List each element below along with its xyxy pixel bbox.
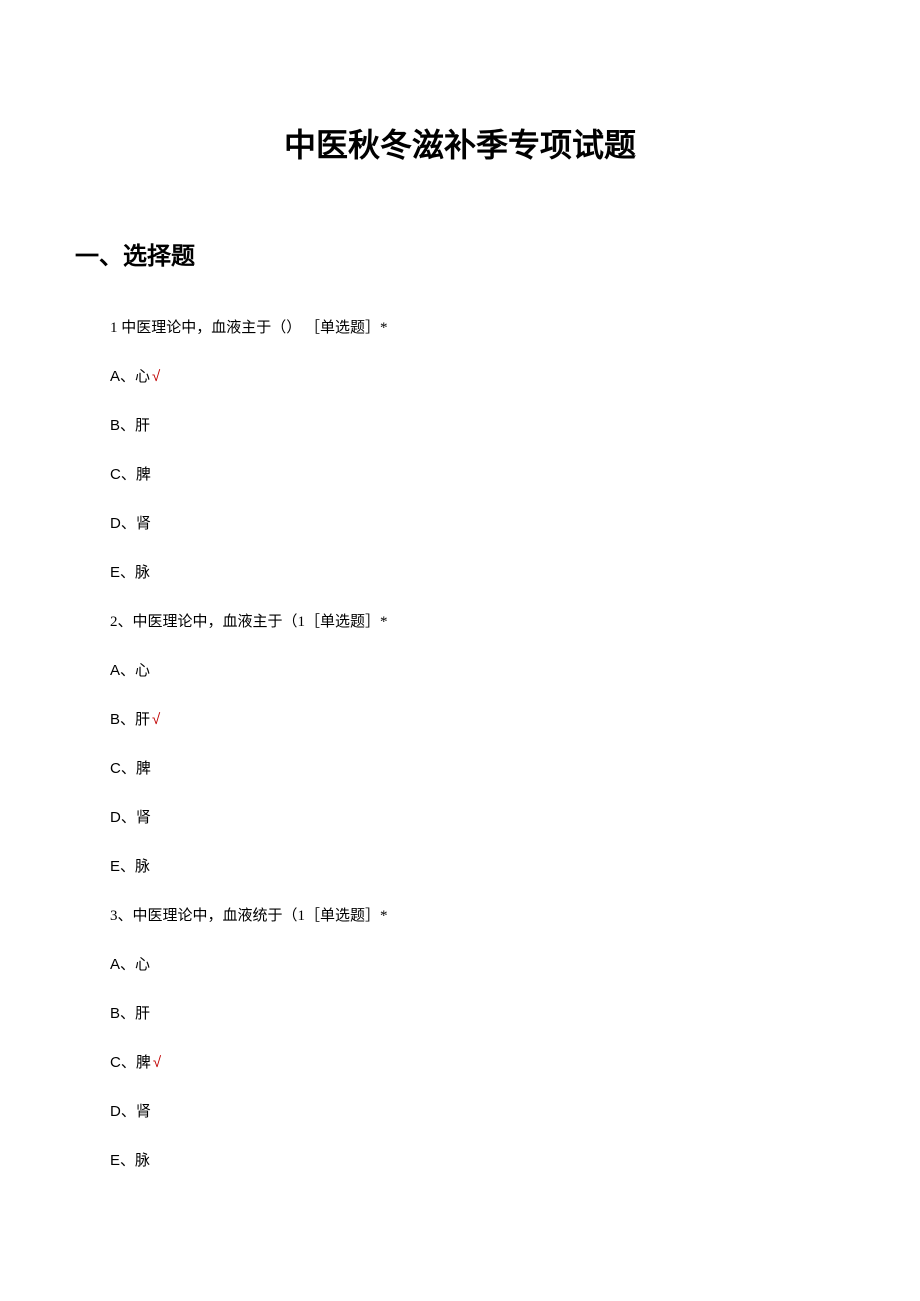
question-text: 2、中医理论中，血液主于（1［单选题］* <box>110 610 810 631</box>
option-label: D、 <box>110 515 136 532</box>
section-heading: 一、选择题 <box>75 236 810 271</box>
check-icon: √ <box>152 368 160 385</box>
option: A、心 <box>110 659 810 680</box>
option-label: C、 <box>110 466 136 483</box>
option-text: 脉 <box>135 859 150 875</box>
option-label: C、 <box>110 760 136 777</box>
question-text: 3、中医理论中，血液统于（1［单选题］* <box>110 904 810 925</box>
option: B、肝 <box>110 1002 810 1023</box>
option-text: 心 <box>135 369 150 385</box>
option-text: 脉 <box>135 565 150 581</box>
option-label: C、 <box>110 1054 136 1071</box>
option-label: D、 <box>110 809 136 826</box>
option: A、心 <box>110 953 810 974</box>
option-label: B、 <box>110 711 135 728</box>
option-label: D、 <box>110 1103 136 1120</box>
option-text: 肝 <box>135 1006 150 1022</box>
option-label: B、 <box>110 417 135 434</box>
check-icon: √ <box>153 1054 161 1071</box>
option: C、脾√ <box>110 1051 810 1072</box>
option: B、肝 <box>110 414 810 435</box>
option-text: 肾 <box>136 516 151 532</box>
question-text: 1 中医理论中，血液主于（） ［单选题］* <box>110 316 810 337</box>
option-label: E、 <box>110 858 135 875</box>
question-block: 3、中医理论中，血液统于（1［单选题］* A、心 B、肝 C、脾√ D、肾 E、脉 <box>110 904 810 1170</box>
option-text: 脾 <box>136 1055 151 1071</box>
option-text: 肝 <box>135 418 150 434</box>
option-label: A、 <box>110 662 135 679</box>
page-title: 中医秋冬滋补季专项试题 <box>110 120 810 166</box>
option: D、肾 <box>110 512 810 533</box>
option-text: 肾 <box>136 810 151 826</box>
option: D、肾 <box>110 806 810 827</box>
question-block: 1 中医理论中，血液主于（） ［单选题］* A、心√ B、肝 C、脾 D、肾 E、脉 <box>110 316 810 582</box>
option: B、肝√ <box>110 708 810 729</box>
option-label: B、 <box>110 1005 135 1022</box>
option-text: 脾 <box>136 467 151 483</box>
option: C、脾 <box>110 463 810 484</box>
option-text: 肝 <box>135 712 150 728</box>
option-label: E、 <box>110 1152 135 1169</box>
option-text: 脉 <box>135 1153 150 1169</box>
option-text: 心 <box>135 663 150 679</box>
question-block: 2、中医理论中，血液主于（1［单选题］* A、心 B、肝√ C、脾 D、肾 E、脉 <box>110 610 810 876</box>
option-text: 脾 <box>136 761 151 777</box>
option: E、脉 <box>110 1149 810 1170</box>
option: E、脉 <box>110 855 810 876</box>
option-text: 心 <box>135 957 150 973</box>
option-label: A、 <box>110 368 135 385</box>
option: E、脉 <box>110 561 810 582</box>
questions-container: 1 中医理论中，血液主于（） ［单选题］*A、心√B、肝C、脾D、肾E、脉2、中… <box>110 316 810 1170</box>
option: C、脾 <box>110 757 810 778</box>
option-label: A、 <box>110 956 135 973</box>
option: A、心√ <box>110 365 810 386</box>
option-text: 肾 <box>136 1104 151 1120</box>
option-label: E、 <box>110 564 135 581</box>
option: D、肾 <box>110 1100 810 1121</box>
check-icon: √ <box>152 711 160 728</box>
